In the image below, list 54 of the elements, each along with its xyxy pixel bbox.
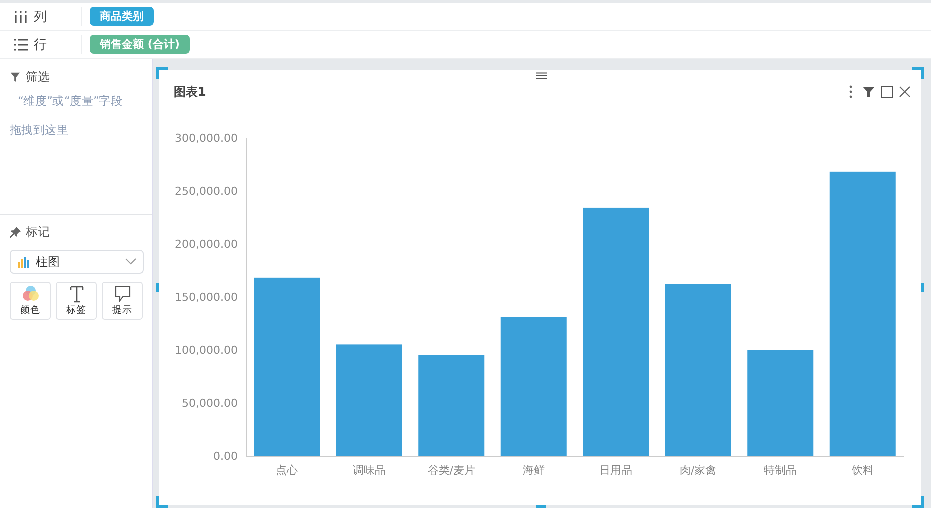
columns-icon [14, 10, 28, 22]
mark-button[interactable]: 标签 [56, 282, 97, 320]
drop-hint: “维度”或“度量”字段 [17, 94, 124, 109]
bar[interactable] [254, 278, 320, 456]
resize-handle[interactable] [156, 283, 159, 292]
x-tick-label: 特制品 [764, 464, 798, 477]
y-tick-label: 300,000.00 [175, 132, 238, 145]
bar[interactable] [830, 172, 896, 456]
mark-button[interactable]: 提示 [102, 282, 143, 320]
resize-handle[interactable] [912, 67, 924, 79]
more-icon[interactable] [849, 85, 853, 99]
color-circles-icon [20, 285, 40, 303]
maximize-icon[interactable] [881, 86, 893, 98]
drag-handle-icon[interactable] [536, 72, 547, 80]
speech-bubble-icon [112, 285, 132, 303]
close-icon[interactable] [899, 86, 911, 98]
section-title: 标记 [26, 224, 50, 241]
bar[interactable] [500, 317, 567, 456]
y-tick-label: 0.00 [214, 450, 238, 463]
y-tick-label: 250,000.00 [175, 185, 238, 198]
bar[interactable] [748, 350, 814, 456]
x-tick-label: 点心 [276, 464, 298, 477]
bar[interactable] [418, 355, 485, 456]
chevron-down-icon [125, 258, 137, 266]
chart-title: 图表1 [174, 84, 206, 100]
resize-handle[interactable] [156, 67, 168, 79]
x-tick-label: 饮料 [852, 464, 874, 477]
y-tick-label: 100,000.00 [175, 344, 238, 357]
y-tick-label: 50,000.00 [182, 397, 238, 410]
x-tick-label: 日用品 [600, 464, 633, 477]
pin-icon [10, 227, 21, 238]
bar[interactable] [665, 284, 732, 456]
chart-type-select[interactable]: 柱图 [10, 250, 144, 274]
list-icon [14, 38, 28, 50]
resize-handle[interactable] [536, 505, 546, 508]
bar[interactable] [583, 208, 650, 456]
x-tick-label: 调味品 [352, 464, 386, 477]
mark-button[interactable]: 颜色 [10, 282, 51, 320]
shelf-label: 列 [34, 8, 47, 26]
x-tick-label: 肉/家禽 [680, 464, 717, 477]
x-tick-label: 海鲜 [522, 464, 545, 477]
bar-chart-icon [17, 255, 31, 269]
bar[interactable] [336, 344, 402, 456]
resize-handle[interactable] [912, 496, 924, 508]
resize-handle[interactable] [921, 283, 924, 292]
y-tick-label: 200,000.00 [175, 238, 238, 251]
filter-icon[interactable] [863, 86, 875, 98]
section-title: 筛选 [26, 69, 50, 86]
filter-icon [10, 72, 21, 83]
x-tick-label: 谷类/麦片 [428, 464, 476, 477]
resize-handle[interactable] [156, 496, 168, 508]
drop-hint: 拖拽到这里 [10, 123, 70, 138]
shelf-label: 行 [34, 36, 47, 54]
y-tick-label: 150,000.00 [175, 291, 238, 304]
